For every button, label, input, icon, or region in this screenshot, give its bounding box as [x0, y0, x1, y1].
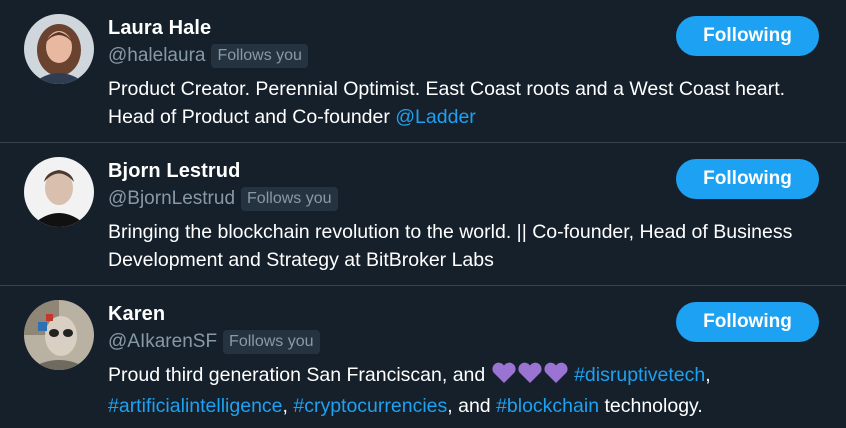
user-bio: Proud third generation San Franciscan, a…	[108, 361, 808, 420]
user-handle[interactable]: @AIkarenSF	[108, 331, 217, 353]
user-bio: Bringing the blockchain revolution to th…	[108, 218, 808, 274]
avatar[interactable]	[24, 157, 94, 227]
bio-text: , and	[447, 395, 497, 417]
purple-heart-icon	[491, 362, 517, 392]
bio-text: ,	[282, 395, 294, 417]
follows-you-badge: Follows you	[211, 44, 308, 68]
hashtag-link[interactable]: #disruptivetech	[574, 364, 705, 386]
purple-heart-icon	[543, 362, 569, 392]
bio-text: Bringing the blockchain revolution to th…	[108, 221, 793, 271]
user-list: Laura Hale @halelaura Follows you Produc…	[0, 0, 846, 428]
following-button[interactable]: Following	[676, 302, 819, 342]
user-cell[interactable]: Karen @AIkarenSF Follows you Proud third…	[0, 286, 846, 428]
hashtag-link[interactable]: #artificialintelligence	[108, 395, 283, 417]
user-handle[interactable]: @halelaura	[108, 45, 205, 67]
avatar[interactable]	[24, 14, 94, 84]
bio-mention-link[interactable]: @Ladder	[395, 106, 476, 128]
bio-text: ,	[705, 364, 711, 386]
follows-you-badge: Follows you	[223, 330, 320, 354]
user-handle[interactable]: @BjornLestrud	[108, 188, 235, 210]
user-cell[interactable]: Laura Hale @halelaura Follows you Produc…	[0, 0, 846, 143]
user-bio: Product Creator. Perennial Optimist. Eas…	[108, 75, 808, 131]
user-cell[interactable]: Bjorn Lestrud @BjornLestrud Follows you …	[0, 143, 846, 286]
avatar[interactable]	[24, 300, 94, 370]
follows-you-badge: Follows you	[241, 187, 338, 211]
hashtag-link[interactable]: #cryptocurrencies	[293, 395, 447, 417]
hashtag-link[interactable]: #blockchain	[496, 395, 599, 417]
following-button[interactable]: Following	[676, 16, 819, 56]
purple-heart-icon	[517, 362, 543, 392]
following-button[interactable]: Following	[676, 159, 819, 199]
bio-text: Proud third generation San Franciscan, a…	[108, 364, 491, 386]
bio-text: technology.	[599, 395, 703, 417]
